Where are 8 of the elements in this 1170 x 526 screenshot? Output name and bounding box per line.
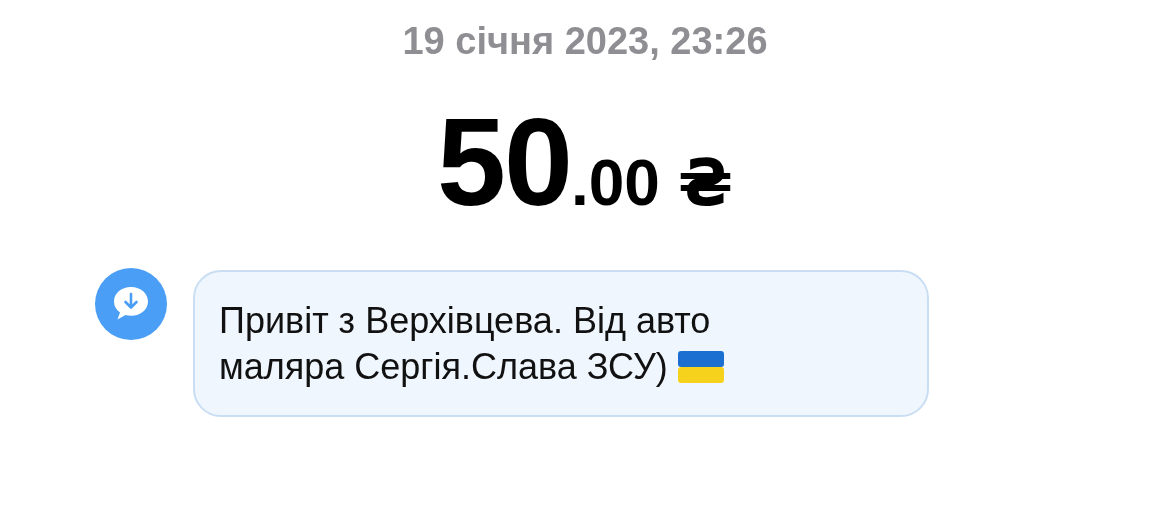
flag-icon bbox=[677, 350, 724, 383]
amount-fraction: .00 bbox=[571, 151, 660, 215]
message-text: Привіт з Верхівцева. Від авто bbox=[219, 298, 711, 343]
date-label: 19 січня 2023, 23:26 bbox=[402, 22, 768, 60]
currency-sign: ₴ bbox=[677, 151, 733, 215]
incoming-message-icon bbox=[95, 268, 167, 340]
message-text: маляра Сергія.Слава ЗСУ) bbox=[219, 344, 668, 389]
amount-whole: 50 bbox=[437, 100, 571, 224]
